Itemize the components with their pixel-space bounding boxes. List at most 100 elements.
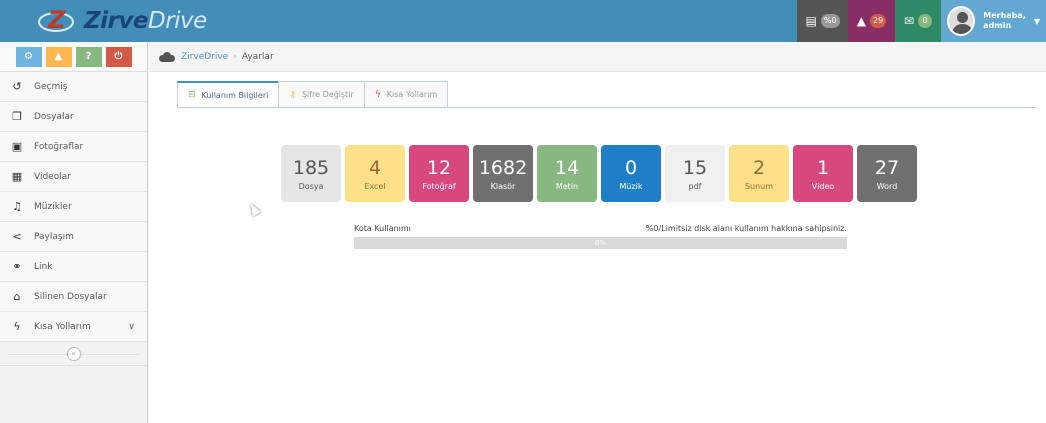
stat-value: 0 [624, 156, 638, 179]
stat-value: 1 [816, 156, 830, 179]
sidebar-collapse: « [0, 342, 147, 366]
stat-box-pdf: 15 pdf [665, 145, 725, 202]
breadcrumb: ZirveDrive › Ayarlar [149, 42, 1046, 72]
breadcrumb-home[interactable]: ZirveDrive [181, 52, 228, 62]
link-icon: ⚭ [12, 260, 22, 273]
warning-icon[interactable]: ▲ [45, 46, 72, 67]
quota-progress-bar: 0% [354, 237, 847, 249]
brand-name-light: Drive [148, 8, 207, 34]
tab-content-border [177, 107, 1037, 108]
sidebar-shortcuts: ⚙ ▲ ? ⏻ [0, 42, 147, 72]
cloud-icon [159, 51, 175, 62]
stat-label: Fotoğraf [422, 181, 456, 191]
mouse-cursor-icon [246, 201, 262, 217]
brand-name: ZirveDrive [84, 8, 207, 34]
sidebar-item-link[interactable]: ⚭ Link [0, 252, 147, 282]
caret-down-icon: ▼ [1033, 16, 1040, 26]
storage-menu[interactable]: ▤ %0 [797, 0, 848, 42]
picture-icon: ▣ [11, 140, 23, 153]
bolt-icon: ϟ [13, 320, 21, 333]
envelope-icon: ✉ [903, 14, 915, 28]
stat-label: Excel [364, 181, 386, 191]
quota-progress-text: 0% [594, 239, 607, 247]
sidebar-item-label: Fotoğraflar [34, 141, 84, 152]
sidebar-menu: ↺ Geçmiş ❐ Dosyalar ▣ Fotoğraflar ▦ Vide… [0, 72, 147, 342]
breadcrumb-separator: › [233, 51, 237, 62]
sidebar-item-photos[interactable]: ▣ Fotoğraflar [0, 132, 147, 162]
bell-icon: ▲ [856, 14, 867, 28]
brand-logo-letter: Z [48, 6, 66, 34]
stat-box-photos: 12 Fotoğraf [409, 145, 469, 202]
stat-label: Word [876, 181, 898, 191]
sidebar-item-videos[interactable]: ▦ Videolar [0, 162, 147, 192]
user-menu[interactable]: Merhaba, admin ▼ [941, 0, 1046, 42]
stat-label: Sunum [744, 181, 774, 191]
stat-label: Müzik [619, 181, 643, 191]
storage-badge: %0 [820, 14, 840, 28]
user-name: admin [983, 21, 1012, 30]
stat-value: 2 [752, 156, 766, 179]
brand[interactable]: Z ZirveDrive [34, 4, 207, 38]
quota-label: Kota Kullanımı [354, 224, 411, 233]
key-icon: ⚷ [289, 89, 296, 100]
sidebar-item-deleted[interactable]: ⌂ Silinen Dosyalar [0, 282, 147, 312]
film-icon: ▦ [11, 170, 23, 183]
stat-box-folders: 1682 Klasör [473, 145, 533, 202]
quota-info: %0/Limitsiz disk alanı kullanım hakkına … [645, 224, 847, 233]
stat-box-word: 27 Word [857, 145, 917, 202]
stat-value: 185 [292, 156, 330, 179]
brand-logo: Z [34, 6, 78, 36]
sidebar-item-history[interactable]: ↺ Geçmiş [0, 72, 147, 102]
tab-label: Kullanım Bilgileri [201, 90, 269, 100]
sidebar-item-files[interactable]: ❐ Dosyalar [0, 102, 147, 132]
files-icon: ❐ [12, 110, 22, 123]
trash-icon: ⌂ [13, 290, 21, 303]
notifications-menu[interactable]: ▲ 29 [848, 0, 895, 42]
sidebar-item-label: Kısa Yollarım [34, 321, 91, 332]
stat-box-files: 185 Dosya [281, 145, 341, 202]
sidebar-item-label: Paylaşım [34, 231, 74, 242]
stat-value: 15 [682, 156, 708, 179]
sidebar-item-shortcuts[interactable]: ϟ Kısa Yollarım ∨ [0, 312, 147, 342]
question-icon[interactable]: ? [75, 46, 102, 67]
stat-label: pdf [688, 181, 702, 191]
music-icon: ♫ [12, 200, 22, 213]
sidebar-item-label: Link [34, 261, 53, 272]
stat-box-video: 1 Video [793, 145, 853, 202]
power-icon[interactable]: ⏻ [105, 46, 132, 67]
sidebar-item-share[interactable]: < Paylaşım [0, 222, 147, 252]
file-stats: 185 Dosya 4 Excel 12 Fotoğraf 1682 Klasö… [281, 145, 917, 202]
stat-box-presentation: 2 Sunum [729, 145, 789, 202]
user-greeting: Merhaba, [983, 11, 1026, 20]
user-info: Merhaba, admin [983, 11, 1026, 31]
brand-name-bold: Zirve [84, 8, 149, 34]
breadcrumb-current: Ayarlar [241, 51, 274, 62]
tab-change-password[interactable]: ⚷ Şifre Değiştir [278, 81, 365, 108]
sidebar: ⚙ ▲ ? ⏻ ↺ Geçmiş ❐ Dosyalar ▣ Fotoğrafla… [0, 42, 148, 423]
stat-value: 4 [368, 156, 382, 179]
tab-shortcuts[interactable]: ϟ Kısa Yollarım [363, 81, 449, 108]
sidebar-item-music[interactable]: ♫ Müzikler [0, 192, 147, 222]
stat-value: 27 [874, 156, 900, 179]
sidebar-item-label: Dosyalar [34, 111, 74, 122]
cogs-icon[interactable]: ⚙ [15, 46, 42, 67]
notifications-badge: 29 [870, 14, 887, 28]
sidebar-item-label: Silinen Dosyalar [34, 291, 107, 302]
quota-usage: Kota Kullanımı %0/Limitsiz disk alanı ku… [354, 224, 847, 249]
settings-tabs: ⊟ Kullanım Bilgileri ⚷ Şifre Değiştir ϟ … [177, 81, 449, 108]
stat-box-excel: 4 Excel [345, 145, 405, 202]
share-icon: < [12, 230, 22, 243]
stat-label: Dosya [298, 181, 324, 191]
history-icon: ↺ [12, 80, 22, 93]
stat-value: 14 [554, 156, 580, 179]
messages-menu[interactable]: ✉ 0 [895, 0, 941, 42]
bolt-icon: ϟ [374, 89, 381, 100]
tab-usage-info[interactable]: ⊟ Kullanım Bilgileri [177, 81, 280, 108]
tab-label: Kısa Yollarım [386, 90, 438, 99]
stat-label: Video [811, 181, 835, 191]
stat-box-text: 14 Metin [537, 145, 597, 202]
tab-label: Şifre Değiştir [301, 90, 354, 99]
collapse-icon[interactable]: « [66, 346, 81, 361]
stat-value: 1682 [478, 156, 528, 179]
sidebar-item-label: Müzikler [34, 201, 72, 212]
